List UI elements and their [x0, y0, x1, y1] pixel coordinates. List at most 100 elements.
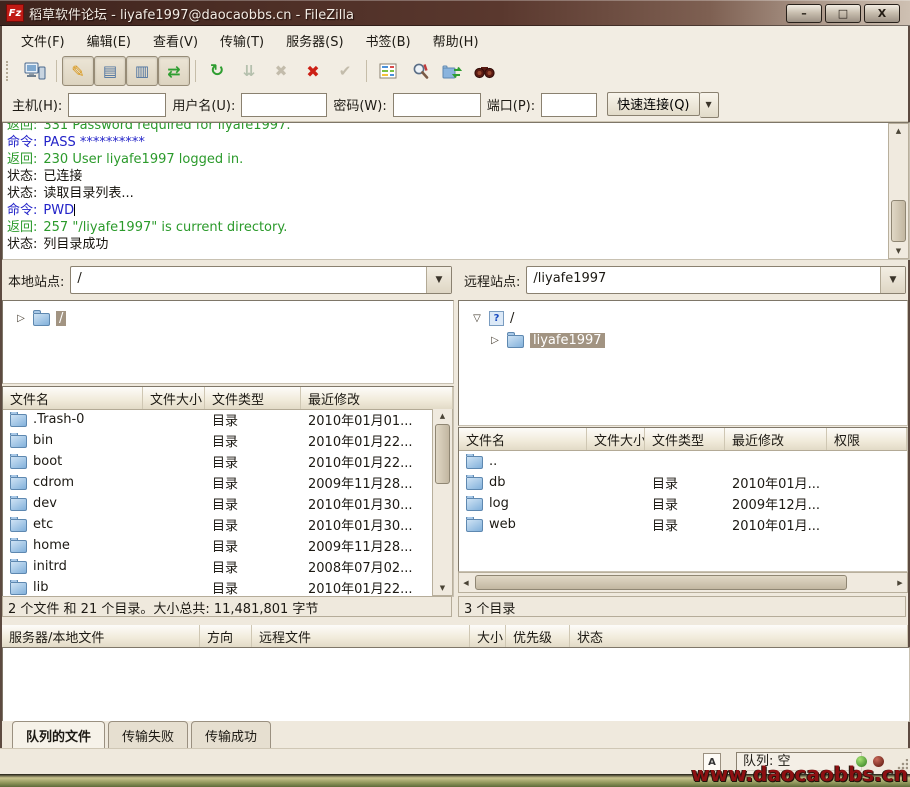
expander-collapsed-icon[interactable]: ▷ — [15, 313, 27, 324]
file-row[interactable]: lib目录2010年01月22... — [3, 577, 434, 596]
menu-edit[interactable]: 编辑(E) — [76, 26, 142, 55]
file-row[interactable]: boot目录2010年01月22... — [3, 451, 434, 472]
file-row[interactable]: .. — [459, 451, 907, 472]
column-header-permissions[interactable]: 权限 — [827, 428, 907, 450]
column-header-server-localfile[interactable]: 服务器/本地文件 — [2, 625, 200, 647]
column-header-direction[interactable]: 方向 — [200, 625, 252, 647]
reconnect-button[interactable]: ✔ — [329, 56, 361, 86]
column-header-filesize[interactable]: 文件大小 — [587, 428, 645, 450]
host-input[interactable] — [68, 93, 166, 117]
scroll-right-icon[interactable]: ▶ — [893, 573, 907, 592]
file-row[interactable]: db目录2010年01月... — [459, 472, 907, 493]
filter-files-button[interactable] — [404, 56, 436, 86]
menu-bookmarks[interactable]: 书签(B) — [355, 26, 422, 55]
port-input[interactable] — [541, 93, 597, 117]
site-manager-button[interactable] — [19, 56, 51, 86]
tab-queued-files[interactable]: 队列的文件 — [12, 721, 105, 750]
remote-list-header: 文件名 文件大小 文件类型 最近修改 权限 — [459, 428, 907, 451]
quickconnect-dropdown-button[interactable]: ▼ — [700, 92, 719, 118]
search-files-button[interactable] — [468, 56, 500, 86]
password-input[interactable] — [393, 93, 481, 117]
local-tree-panel[interactable]: ▷ / — [2, 300, 454, 384]
remote-site-combobox[interactable]: /liyafe1997 ▼ — [526, 266, 906, 294]
column-header-modified[interactable]: 最近修改 — [725, 428, 827, 450]
file-row[interactable]: cdrom目录2009年11月28... — [3, 472, 434, 493]
column-header-modified[interactable]: 最近修改 — [301, 387, 453, 409]
title-bar[interactable]: Fz 稻草软件论坛 - liyafe1997@daocaobbs.cn - Fi… — [0, 0, 910, 26]
tab-successful-transfers[interactable]: 传输成功 — [191, 721, 271, 750]
queue-body[interactable] — [2, 647, 910, 722]
folder-icon — [10, 540, 27, 553]
refresh-button[interactable]: ↻ — [201, 56, 233, 86]
quickconnect-button[interactable]: 快速连接(Q) — [607, 92, 699, 116]
local-site-row: 本地站点: / ▼ — [8, 266, 452, 294]
message-log[interactable]: 返回:331 Password required for liyafe1997.… — [2, 122, 910, 260]
file-row[interactable]: web目录2010年01月... — [459, 514, 907, 535]
toggle-local-panes-button[interactable]: ▥ — [126, 56, 158, 86]
menu-transfer[interactable]: 传输(T) — [209, 26, 275, 55]
scrollbar-thumb[interactable] — [891, 200, 906, 242]
toggle-message-log-button[interactable]: ✎ — [62, 56, 94, 86]
menu-help[interactable]: 帮助(H) — [422, 26, 490, 55]
remote-tree-root[interactable]: ▽ ? / — [459, 301, 907, 329]
scroll-up-icon[interactable]: ▲ — [889, 124, 908, 138]
synchronized-browsing-button[interactable] — [436, 56, 468, 86]
file-row[interactable]: dev目录2010年01月30... — [3, 493, 434, 514]
column-header-priority[interactable]: 优先级 — [506, 625, 570, 647]
remote-tree-panel[interactable]: ▽ ? / ▷ liyafe1997 — [458, 300, 908, 426]
window-title: 稻草软件论坛 - liyafe1997@daocaobbs.cn - FileZ… — [29, 4, 786, 23]
column-header-filetype[interactable]: 文件类型 — [205, 387, 301, 409]
menu-file[interactable]: 文件(F) — [10, 26, 76, 55]
maximize-button[interactable]: □ — [825, 4, 861, 23]
folder-icon — [507, 335, 524, 348]
local-list-scrollbar[interactable]: ▲ ▼ — [432, 409, 453, 596]
scroll-up-icon[interactable]: ▲ — [433, 409, 452, 423]
toggle-tree-view-button[interactable]: ▤ — [94, 56, 126, 86]
process-queue-button[interactable]: ⇊ — [233, 56, 265, 86]
column-header-status[interactable]: 状态 — [570, 625, 908, 647]
cancel-operation-button[interactable]: ✖ — [265, 56, 297, 86]
file-row[interactable]: etc目录2010年01月30... — [3, 514, 434, 535]
scrollbar-thumb[interactable] — [435, 424, 450, 484]
expander-collapsed-icon[interactable]: ▷ — [489, 335, 501, 346]
local-tree-root[interactable]: ▷ / — [3, 301, 453, 329]
menu-server[interactable]: 服务器(S) — [275, 26, 354, 55]
file-row[interactable]: home目录2009年11月28... — [3, 535, 434, 556]
expander-expanded-icon[interactable]: ▽ — [471, 313, 483, 324]
toggle-queue-button[interactable]: ⇄ — [158, 56, 190, 86]
combo-arrow-icon[interactable]: ▼ — [880, 267, 905, 293]
scroll-down-icon[interactable]: ▼ — [433, 581, 452, 595]
toolbar-grip[interactable] — [6, 61, 15, 81]
remote-tree-root-label[interactable]: / — [510, 311, 514, 326]
host-label: 主机(H): — [12, 95, 62, 114]
local-site-combobox[interactable]: / ▼ — [70, 266, 452, 294]
column-header-filename[interactable]: 文件名 — [3, 387, 143, 409]
column-header-size[interactable]: 大小 — [470, 625, 506, 647]
column-header-remotefile[interactable]: 远程文件 — [252, 625, 470, 647]
disconnect-button[interactable]: ✖ — [297, 56, 329, 86]
tab-failed-transfers[interactable]: 传输失败 — [108, 721, 188, 750]
combo-arrow-icon[interactable]: ▼ — [426, 267, 451, 293]
remote-tree-child[interactable]: ▷ liyafe1997 — [459, 329, 907, 351]
column-header-filetype[interactable]: 文件类型 — [645, 428, 725, 450]
file-row[interactable]: bin目录2010年01月22... — [3, 430, 434, 451]
file-row[interactable]: initrd目录2008年07月02... — [3, 556, 434, 577]
column-header-filesize[interactable]: 文件大小 — [143, 387, 205, 409]
scroll-down-icon[interactable]: ▼ — [889, 244, 908, 258]
remote-list-hscrollbar[interactable]: ◀ ▶ — [458, 572, 908, 593]
close-button[interactable]: X — [864, 4, 900, 23]
username-input[interactable] — [241, 93, 327, 117]
scroll-left-icon[interactable]: ◀ — [459, 573, 473, 592]
log-scrollbar[interactable]: ▲ ▼ — [888, 123, 909, 259]
remote-tree-child-label[interactable]: liyafe1997 — [530, 333, 605, 348]
column-header-filename[interactable]: 文件名 — [459, 428, 587, 450]
file-row[interactable]: log目录2009年12月... — [459, 493, 907, 514]
file-row[interactable]: .Trash-0目录2010年01月01... — [3, 409, 434, 430]
directory-comparison-button[interactable] — [372, 56, 404, 86]
menu-view[interactable]: 查看(V) — [142, 26, 209, 55]
refresh-icon: ↻ — [210, 61, 224, 81]
local-tree-root-label[interactable]: / — [56, 311, 66, 326]
minimize-button[interactable]: – — [786, 4, 822, 23]
scrollbar-thumb[interactable] — [475, 575, 847, 590]
folder-icon — [33, 313, 50, 326]
